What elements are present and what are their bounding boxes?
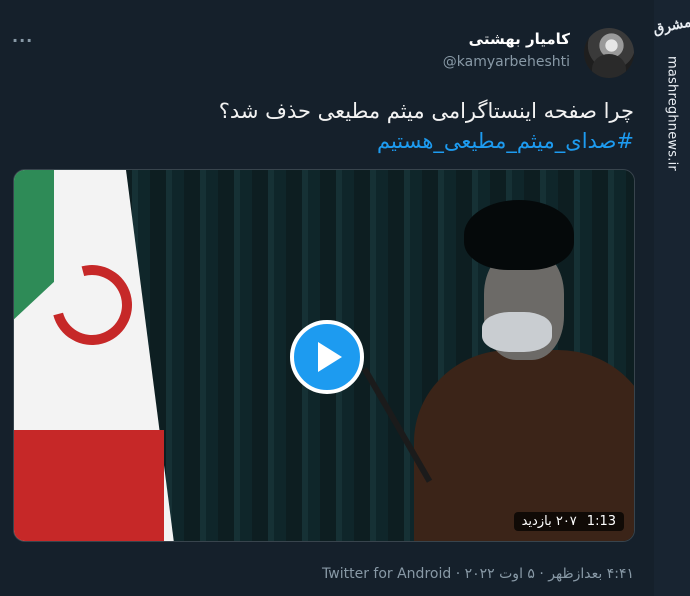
more-options-icon[interactable]: ···: [12, 31, 33, 50]
play-button[interactable]: [290, 320, 364, 394]
figure-turban: [464, 200, 574, 270]
tweet-time[interactable]: ۴:۴۱ بعدازظهر: [548, 566, 634, 582]
video-info-badge: 1:13 ۲۰۷ بازدید: [513, 512, 624, 531]
video-views: ۲۰۷ بازدید: [521, 514, 577, 529]
play-icon: [318, 342, 342, 372]
figure-mask: [482, 312, 552, 352]
user-handle[interactable]: @kamyarbeheshti: [443, 54, 570, 70]
watermark-strip: مشرق mashreghnews.ir: [651, 0, 690, 596]
display-name[interactable]: کامیار بهشتی: [469, 30, 570, 48]
tweet-source[interactable]: Twitter for Android: [322, 566, 451, 582]
flag-red-stripe: [14, 430, 164, 541]
meta-separator: ·: [539, 566, 544, 582]
tweet-date[interactable]: ۵ اوت ۲۰۲۲: [465, 566, 535, 582]
watermark-logo: مشرق: [651, 14, 690, 38]
video-person-figure: [361, 200, 634, 541]
meta-separator: ·: [455, 566, 461, 582]
avatar[interactable]: [584, 28, 634, 78]
tweet-card: مشرق mashreghnews.ir ··· کامیار بهشتی @k…: [0, 0, 690, 596]
video-duration: 1:13: [586, 514, 616, 529]
tweet-text: چرا صفحه اینستاگرامی میثم مطیعی حذف شد؟ …: [74, 96, 634, 156]
tweet-meta: ۴:۴۱ بعدازظهر · ۵ اوت ۲۰۲۲ · Twitter for…: [322, 566, 634, 582]
watermark: مشرق mashreghnews.ir: [651, 10, 690, 280]
tweet-body: چرا صفحه اینستاگرامی میثم مطیعی حذف شد؟: [218, 99, 634, 123]
watermark-url: mashreghnews.ir: [664, 56, 680, 171]
hashtag-link[interactable]: #صدای_میثم_مطیعی_هستیم: [74, 126, 634, 156]
video-player[interactable]: 1:13 ۲۰۷ بازدید: [13, 169, 635, 542]
